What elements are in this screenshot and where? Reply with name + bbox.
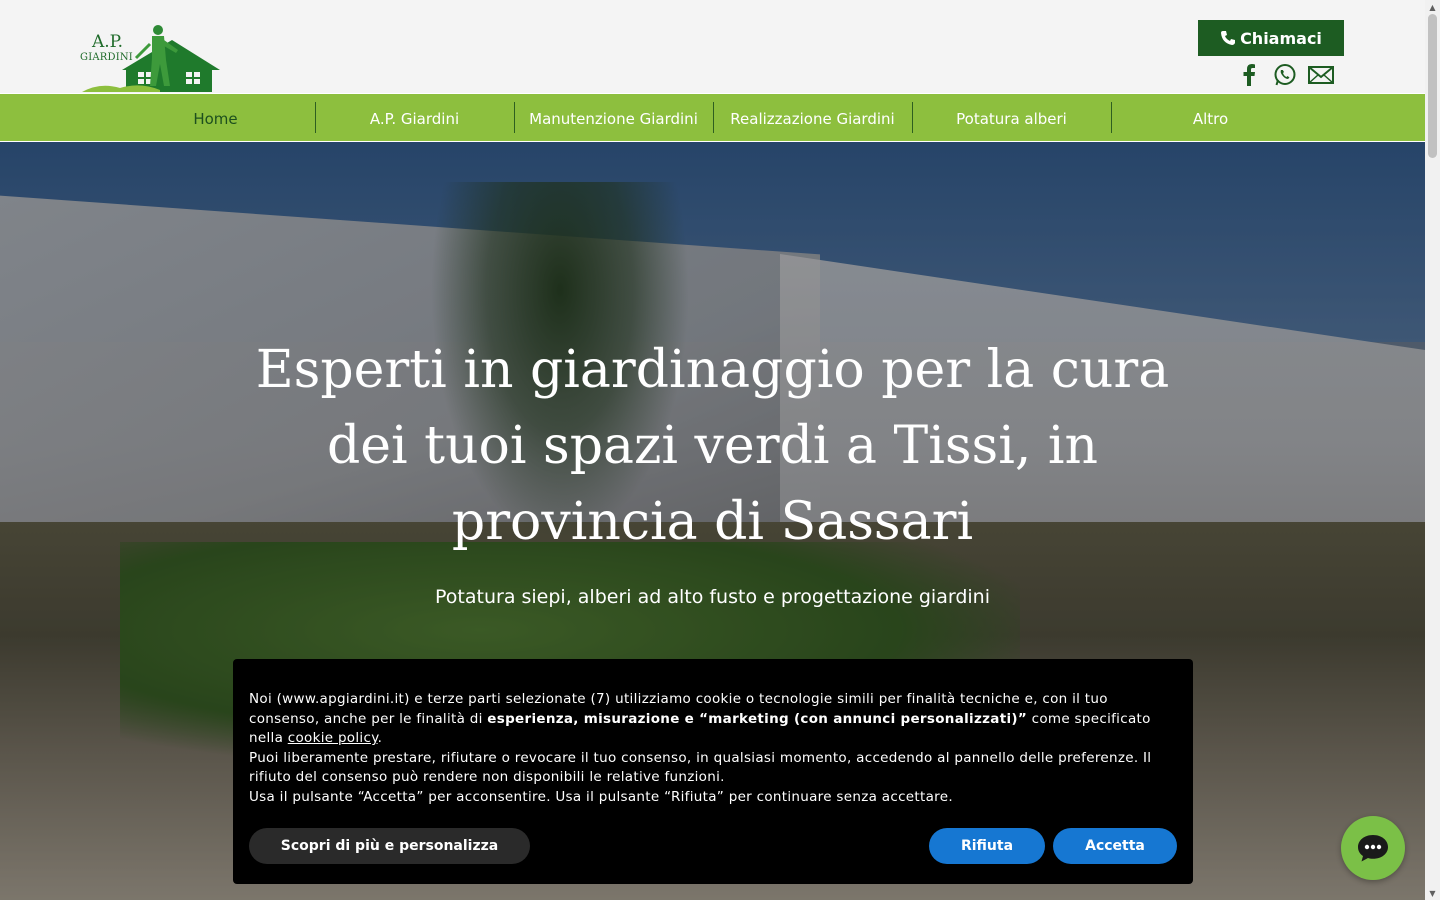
logo-text-line2: GIARDINI [80,52,133,63]
chat-button[interactable] [1341,816,1405,880]
facebook-icon[interactable] [1236,62,1262,88]
customize-button[interactable]: Scopri di più e personalizza [249,828,530,864]
scroll-up-arrow-icon[interactable]: ▲ [1428,2,1437,12]
cookie-text-purposes: esperienza, misurazione e “marketing (co… [487,710,1028,727]
logo[interactable]: A.P. GIARDINI [80,22,220,92]
mail-icon[interactable] [1308,62,1334,88]
nav-item-altro[interactable]: Altro [1111,94,1310,143]
cookie-text-p1-end: . [377,730,383,747]
cookie-text-p3: Usa il pulsante “Accetta” per acconsenti… [249,788,953,805]
hero-subtitle: Potatura siepi, alberi ad alto fusto e p… [435,586,990,608]
nav-item-manutenzione[interactable]: Manutenzione Giardini [514,94,713,143]
call-button-label: Chiamaci [1240,28,1322,48]
nav-item-home[interactable]: Home [116,94,315,143]
hero-title: Esperti in giardinaggio per la cura dei … [255,340,1170,552]
whatsapp-icon[interactable] [1272,62,1298,88]
chat-bubble-icon [1358,835,1388,862]
nav-item-potatura[interactable]: Potatura alberi [912,94,1111,143]
cookie-policy-link[interactable]: cookie policy [288,730,378,746]
scroll-thumb[interactable] [1428,14,1437,158]
call-button[interactable]: Chiamaci [1198,20,1344,56]
site-header: A.P. GIARDINI Chiamaci [0,0,1425,93]
social-links [1236,62,1334,88]
nav-item-ap-giardini[interactable]: A.P. Giardini [315,94,514,143]
accept-button[interactable]: Accetta [1053,828,1177,864]
scroll-down-arrow-icon[interactable]: ▼ [1428,888,1437,898]
logo-text-line1: A.P. [92,32,124,52]
nav-item-realizzazione[interactable]: Realizzazione Giardini [713,94,912,143]
cookie-text: Noi (www.apgiardini.it) e terze parti se… [249,690,1179,808]
page-scrollbar[interactable]: ▲ ▼ [1425,0,1440,900]
main-nav: Home A.P. Giardini Manutenzione Giardini… [0,93,1425,142]
phone-icon [1220,30,1236,46]
cookie-banner: Noi (www.apgiardini.it) e terze parti se… [233,659,1193,884]
cookie-text-p2: Puoi liberamente prestare, rifiutare o r… [249,749,1152,786]
reject-button[interactable]: Rifiuta [929,828,1045,864]
